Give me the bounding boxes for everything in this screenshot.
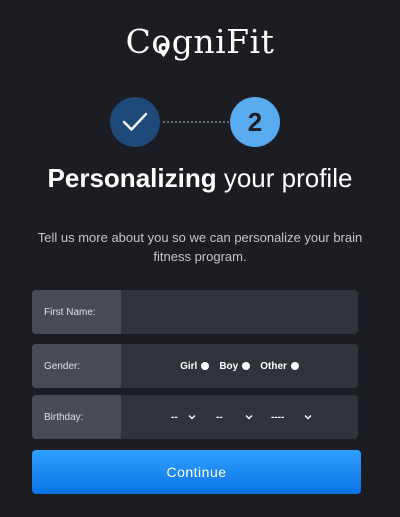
gender-option-girl[interactable]: Girl bbox=[180, 360, 210, 372]
gender-option-boy[interactable]: Boy bbox=[219, 360, 251, 372]
chevron-down-icon bbox=[188, 415, 196, 420]
first-name-row: First Name: bbox=[32, 290, 358, 334]
radio-boy[interactable] bbox=[242, 362, 251, 370]
checkmark-icon bbox=[122, 112, 148, 131]
page-title-bold: Personalizing bbox=[47, 163, 217, 193]
first-name-label: First Name: bbox=[32, 290, 121, 334]
continue-button[interactable]: Continue bbox=[32, 450, 361, 494]
page-subtitle: Tell us more about you so we can persona… bbox=[37, 230, 363, 264]
birthday-month-value: -- bbox=[216, 411, 223, 423]
gender-option-other[interactable]: Other bbox=[260, 361, 299, 372]
birthday-row: Birthday: -- -- ---- bbox=[32, 395, 358, 439]
chevron-down-icon bbox=[304, 415, 312, 420]
page-title: Personalizing your profile bbox=[0, 163, 400, 194]
gender-row: Gender: Girl Boy Other bbox=[32, 344, 358, 388]
step-2-current: 2 bbox=[230, 97, 280, 147]
map-pin-icon bbox=[158, 43, 169, 57]
gender-option-girl-label: Girl bbox=[180, 360, 198, 372]
birthday-year-value: ---- bbox=[271, 411, 285, 423]
page-title-rest: your profile bbox=[216, 163, 353, 193]
cognifit-logo: CogniFit bbox=[125, 22, 275, 61]
chevron-down-icon bbox=[245, 415, 253, 420]
step-2-number: 2 bbox=[247, 106, 263, 137]
birthday-label: Birthday: bbox=[32, 395, 121, 439]
birthday-selects: -- -- ---- bbox=[121, 395, 358, 439]
step-1-completed bbox=[110, 97, 160, 147]
birthday-day-value: -- bbox=[171, 411, 178, 423]
step-connector bbox=[163, 121, 229, 123]
gender-options: Girl Boy Other bbox=[121, 344, 358, 388]
birthday-day-select[interactable]: -- bbox=[171, 412, 196, 423]
radio-girl[interactable] bbox=[201, 362, 210, 370]
first-name-input[interactable] bbox=[121, 290, 358, 334]
gender-option-boy-label: Boy bbox=[219, 360, 239, 372]
birthday-year-select[interactable]: ---- bbox=[271, 412, 312, 423]
birthday-month-select[interactable]: -- bbox=[216, 412, 253, 423]
gender-option-other-label: Other bbox=[260, 360, 287, 372]
gender-label: Gender: bbox=[32, 344, 121, 388]
radio-other[interactable] bbox=[290, 362, 299, 370]
